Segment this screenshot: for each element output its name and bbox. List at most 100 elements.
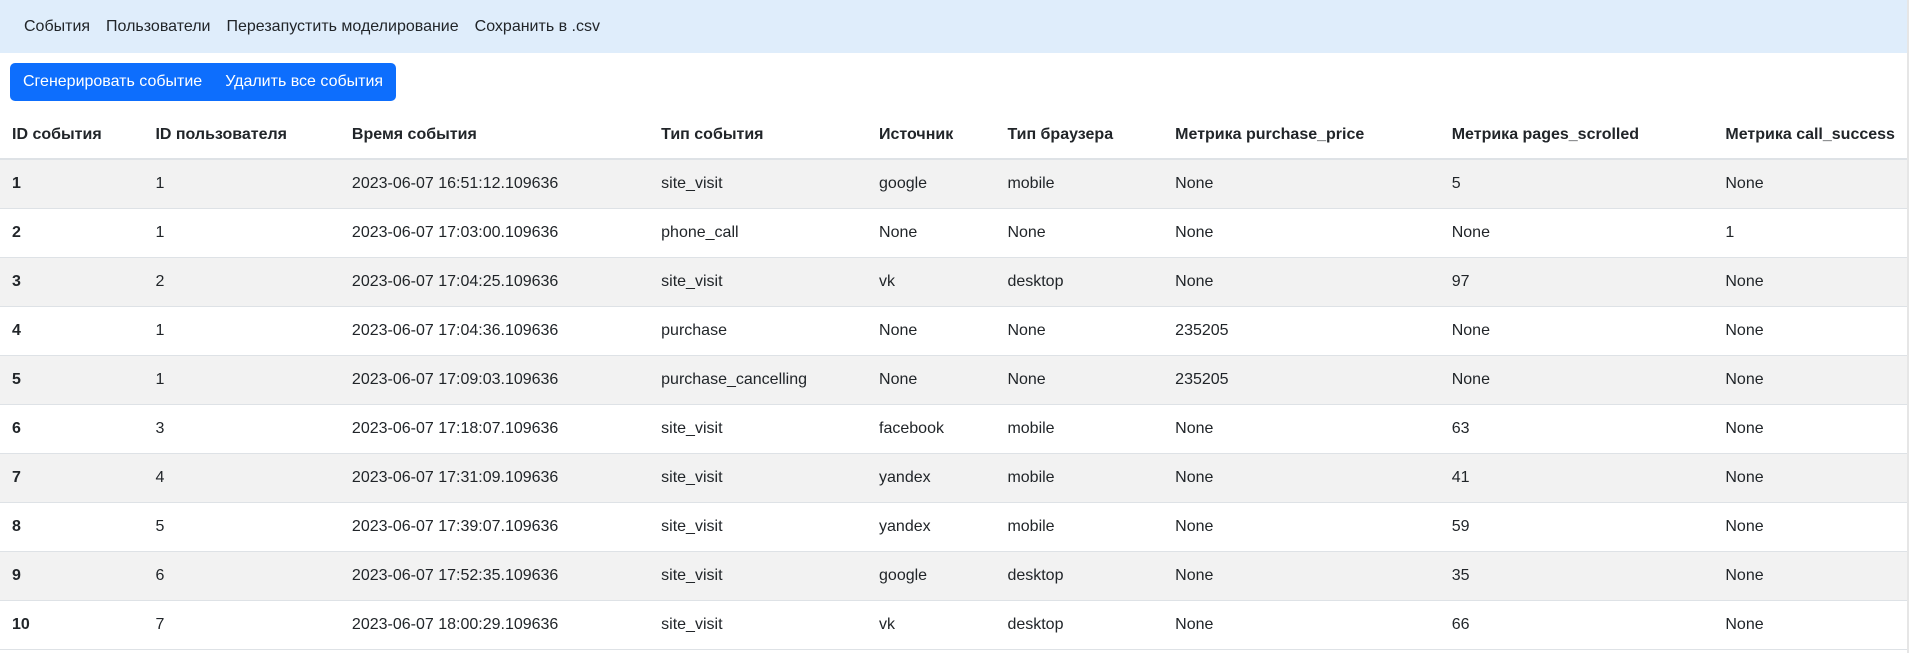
- browser-type-cell: None: [995, 355, 1164, 405]
- event-type-cell: site_visit: [649, 551, 868, 601]
- pages-scrolled-cell: 41: [1439, 453, 1714, 503]
- user-id-cell: 5: [143, 502, 340, 552]
- source-cell: facebook: [867, 404, 996, 454]
- event-time-cell: 2023-06-07 17:04:25.109636: [339, 257, 650, 307]
- column-header[interactable]: ID события: [0, 112, 144, 160]
- source-cell: vk: [867, 257, 996, 307]
- source-cell: vk: [867, 600, 996, 650]
- event-id-cell: 4: [0, 306, 144, 356]
- pages-scrolled-cell: 66: [1439, 600, 1714, 650]
- pages-scrolled-cell: None: [1439, 208, 1714, 258]
- event-id-cell: 8: [0, 502, 144, 552]
- event-id-cell: 5: [0, 355, 144, 405]
- column-header[interactable]: Тип браузера: [995, 112, 1164, 160]
- pages-scrolled-cell: None: [1439, 306, 1714, 356]
- event-time-cell: 2023-06-07 17:52:35.109636: [339, 551, 650, 601]
- table-row[interactable]: 3 2 2023-06-07 17:04:25.109636 site_visi…: [0, 257, 1907, 307]
- browser-type-cell: desktop: [995, 257, 1164, 307]
- table-row[interactable]: 1 1 2023-06-07 16:51:12.109636 site_visi…: [0, 159, 1907, 209]
- event-type-cell: site_visit: [649, 257, 868, 307]
- user-id-cell: 1: [143, 208, 340, 258]
- user-id-cell: 1: [143, 306, 340, 356]
- source-cell: google: [867, 159, 996, 209]
- user-id-cell: 2: [143, 257, 340, 307]
- events-table: ID события ID пользователя Время события…: [0, 112, 1907, 650]
- nav-link-restart-simulation[interactable]: Перезапустить моделирование: [226, 18, 458, 36]
- browser-type-cell: mobile: [995, 404, 1164, 454]
- browser-type-cell: desktop: [995, 551, 1164, 601]
- call-success-cell: None: [1713, 600, 1907, 650]
- event-id-cell: 2: [0, 208, 144, 258]
- nav-link-users[interactable]: Пользователи: [106, 18, 210, 36]
- user-id-cell: 6: [143, 551, 340, 601]
- event-type-cell: site_visit: [649, 502, 868, 552]
- table-row[interactable]: 4 1 2023-06-07 17:04:36.109636 purchase …: [0, 306, 1907, 356]
- purchase-price-cell: None: [1163, 600, 1440, 650]
- event-type-cell: site_visit: [649, 453, 868, 503]
- event-type-cell: site_visit: [649, 404, 868, 454]
- source-cell: None: [867, 208, 996, 258]
- purchase-price-cell: 235205: [1163, 355, 1440, 405]
- source-cell: yandex: [867, 502, 996, 552]
- event-type-cell: site_visit: [649, 159, 868, 209]
- source-cell: None: [867, 355, 996, 405]
- event-id-cell: 7: [0, 453, 144, 503]
- user-id-cell: 1: [143, 159, 340, 209]
- user-id-cell: 4: [143, 453, 340, 503]
- event-type-cell: purchase_cancelling: [649, 355, 868, 405]
- column-header[interactable]: ID пользователя: [143, 112, 340, 160]
- browser-type-cell: mobile: [995, 502, 1164, 552]
- call-success-cell: 1: [1713, 208, 1907, 258]
- table-row[interactable]: 10 7 2023-06-07 18:00:29.109636 site_vis…: [0, 600, 1907, 650]
- table-row[interactable]: 9 6 2023-06-07 17:52:35.109636 site_visi…: [0, 551, 1907, 601]
- top-navbar: События Пользователи Перезапустить модел…: [0, 0, 1907, 53]
- table-row[interactable]: 6 3 2023-06-07 17:18:07.109636 site_visi…: [0, 404, 1907, 454]
- user-id-cell: 7: [143, 600, 340, 650]
- column-header[interactable]: Тип события: [649, 112, 868, 160]
- column-header[interactable]: Метрика pages_scrolled: [1439, 112, 1714, 160]
- source-cell: google: [867, 551, 996, 601]
- call-success-cell: None: [1713, 257, 1907, 307]
- call-success-cell: None: [1713, 404, 1907, 454]
- column-header[interactable]: Источник: [867, 112, 996, 160]
- event-id-cell: 3: [0, 257, 144, 307]
- call-success-cell: None: [1713, 551, 1907, 601]
- pages-scrolled-cell: 5: [1439, 159, 1714, 209]
- call-success-cell: None: [1713, 306, 1907, 356]
- purchase-price-cell: None: [1163, 208, 1440, 258]
- events-page: События Пользователи Перезапустить модел…: [0, 0, 1909, 653]
- purchase-price-cell: 235205: [1163, 306, 1440, 356]
- table-row[interactable]: 2 1 2023-06-07 17:03:00.109636 phone_cal…: [0, 208, 1907, 258]
- generate-event-button[interactable]: Сгенерировать событие: [10, 63, 215, 101]
- column-header[interactable]: Метрика purchase_price: [1163, 112, 1440, 160]
- pages-scrolled-cell: 97: [1439, 257, 1714, 307]
- call-success-cell: None: [1713, 355, 1907, 405]
- browser-type-cell: desktop: [995, 600, 1164, 650]
- browser-type-cell: None: [995, 208, 1164, 258]
- event-type-cell: purchase: [649, 306, 868, 356]
- event-time-cell: 2023-06-07 17:09:03.109636: [339, 355, 650, 405]
- column-header[interactable]: Метрика call_success: [1713, 112, 1907, 160]
- source-cell: yandex: [867, 453, 996, 503]
- pages-scrolled-cell: 35: [1439, 551, 1714, 601]
- user-id-cell: 1: [143, 355, 340, 405]
- pages-scrolled-cell: 63: [1439, 404, 1714, 454]
- column-header[interactable]: Время события: [339, 112, 650, 160]
- table-row[interactable]: 8 5 2023-06-07 17:39:07.109636 site_visi…: [0, 502, 1907, 552]
- event-id-cell: 1: [0, 159, 144, 209]
- table-body: 1 1 2023-06-07 16:51:12.109636 site_visi…: [0, 159, 1907, 650]
- table-row[interactable]: 5 1 2023-06-07 17:09:03.109636 purchase_…: [0, 355, 1907, 405]
- nav-link-save-csv[interactable]: Сохранить в .csv: [475, 18, 600, 36]
- event-type-cell: phone_call: [649, 208, 868, 258]
- delete-all-events-button[interactable]: Удалить все события: [215, 63, 396, 101]
- call-success-cell: None: [1713, 502, 1907, 552]
- toolbar-button-group: Сгенерировать событие Удалить все событи…: [10, 63, 397, 101]
- event-id-cell: 6: [0, 404, 144, 454]
- event-time-cell: 2023-06-07 17:31:09.109636: [339, 453, 650, 503]
- call-success-cell: None: [1713, 159, 1907, 209]
- table-row[interactable]: 7 4 2023-06-07 17:31:09.109636 site_visi…: [0, 453, 1907, 503]
- pages-scrolled-cell: 59: [1439, 502, 1714, 552]
- pages-scrolled-cell: None: [1439, 355, 1714, 405]
- event-time-cell: 2023-06-07 17:39:07.109636: [339, 502, 650, 552]
- nav-link-events[interactable]: События: [24, 18, 90, 36]
